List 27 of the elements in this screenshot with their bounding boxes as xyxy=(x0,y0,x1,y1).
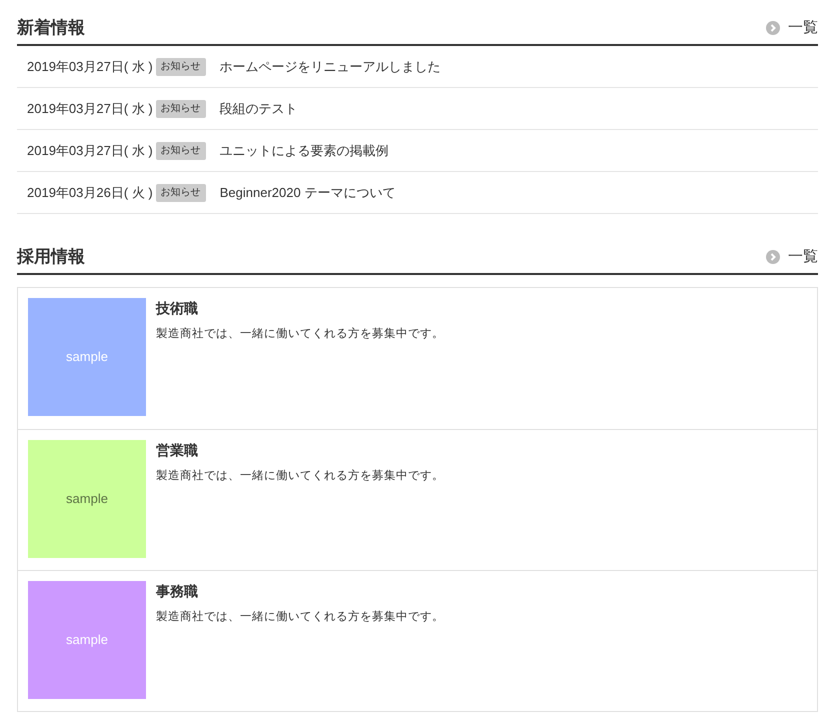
news-date: 2019年03月27日( 水 ) xyxy=(27,100,153,118)
category-tag: お知らせ xyxy=(156,58,206,76)
news-date: 2019年03月27日( 水 ) xyxy=(27,58,153,76)
job-title: 技術職 xyxy=(156,299,199,318)
job-title: 営業職 xyxy=(156,441,199,460)
news-date: 2019年03月27日( 水 ) xyxy=(27,142,153,160)
category-tag: お知らせ xyxy=(156,142,206,160)
news-title-link[interactable]: 段組のテスト xyxy=(220,98,298,118)
chevron-circle-icon xyxy=(766,250,780,264)
job-title: 事務職 xyxy=(156,582,199,601)
image-label: sample xyxy=(66,490,108,508)
news-title-link[interactable]: Beginner2020 テーマについて xyxy=(220,182,396,202)
news-title-link[interactable]: ユニットによる要素の掲載例 xyxy=(220,140,389,160)
image-label: sample xyxy=(66,631,108,650)
job-description: 製造商社では、一緒に働いてくれる方を募集中です。 xyxy=(156,468,444,484)
category-tag: お知らせ xyxy=(156,100,206,118)
image-label: sample xyxy=(66,348,108,366)
list-link[interactable]: 一覧 xyxy=(766,245,818,269)
news-date: 2019年03月26日( 火 ) xyxy=(27,184,153,202)
category-tag: お知らせ xyxy=(156,184,206,202)
section-heading: 採用情報 xyxy=(17,246,85,268)
news-title-link[interactable]: ホームページをリニューアルしました xyxy=(220,56,441,76)
job-description: 製造商社では、一緒に働いてくれる方を募集中です。 xyxy=(156,326,444,342)
job-description: 製造商社では、一緒に働いてくれる方を募集中です。 xyxy=(156,609,444,625)
chevron-circle-icon xyxy=(766,21,780,35)
section-heading: 新着情報 xyxy=(17,17,85,39)
list-link[interactable]: 一覧 xyxy=(766,16,818,40)
